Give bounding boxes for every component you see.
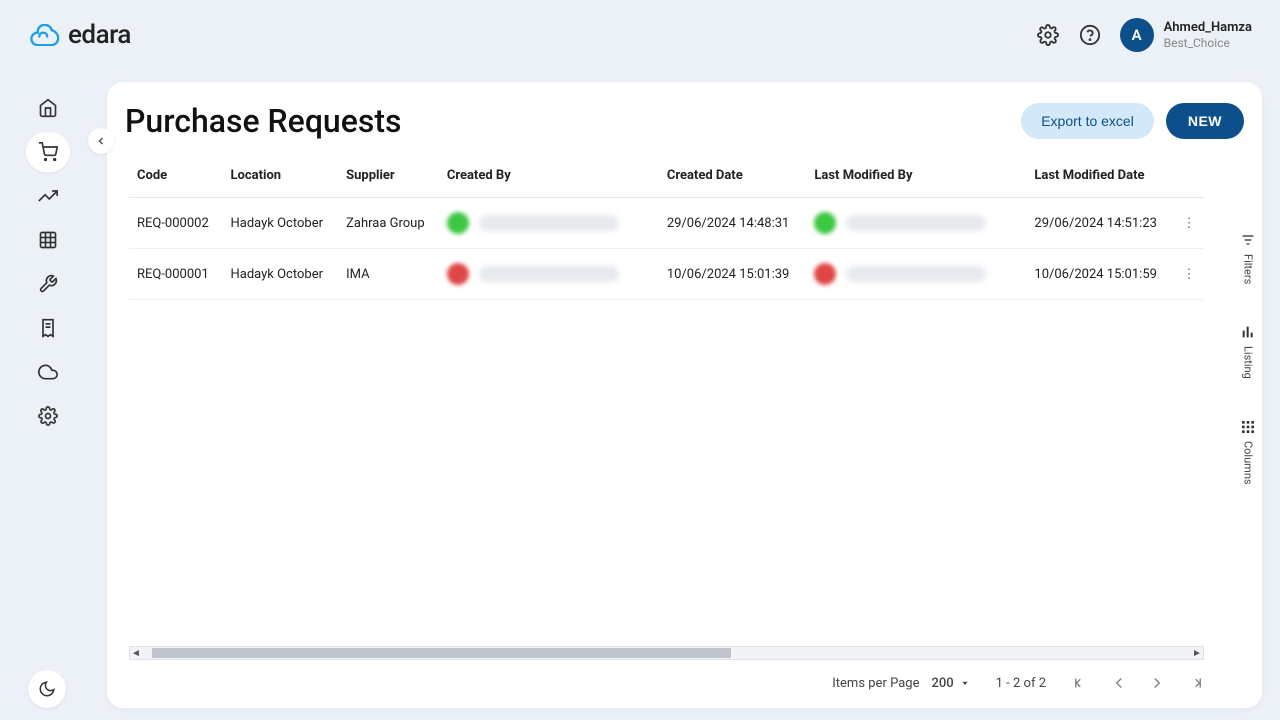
sidebar-item-inventory[interactable] <box>26 220 70 260</box>
cell-code: REQ-000002 <box>129 198 223 249</box>
cell-supplier: IMA <box>338 249 439 300</box>
col-modified-date[interactable]: Last Modified Date <box>1026 158 1174 198</box>
user-name: Ahmed_Hamza <box>1164 20 1252 36</box>
col-supplier[interactable]: Supplier <box>338 158 439 198</box>
settings-icon[interactable] <box>1036 23 1060 47</box>
requests-table: Code Location Supplier Created By Create… <box>129 158 1204 300</box>
pager-next[interactable] <box>1148 674 1166 692</box>
user-dot-icon <box>814 263 836 285</box>
avatar: A <box>1120 18 1154 52</box>
export-button[interactable]: Export to excel <box>1021 103 1154 139</box>
col-location[interactable]: Location <box>223 158 339 198</box>
sidebar <box>0 70 95 720</box>
brand-name: edara <box>68 20 131 50</box>
row-menu-button[interactable]: ⋮ <box>1174 198 1204 249</box>
items-per-page-label: Items per Page <box>832 676 919 691</box>
sidebar-item-tools[interactable] <box>26 264 70 304</box>
cloud-logo-icon <box>28 24 60 46</box>
pager-range: 1 - 2 of 2 <box>996 676 1046 691</box>
row-menu-button[interactable]: ⋮ <box>1174 249 1204 300</box>
redacted-name <box>479 215 619 231</box>
listing-panel-toggle[interactable]: Listing <box>1240 324 1256 379</box>
cell-modified-by <box>806 249 1026 300</box>
sidebar-item-cart[interactable] <box>26 132 70 172</box>
scrollbar-thumb[interactable] <box>152 648 731 658</box>
cell-modified-date: 29/06/2024 14:51:23 <box>1026 198 1174 249</box>
horizontal-scrollbar[interactable]: ◄ ► <box>129 646 1204 660</box>
theme-toggle[interactable] <box>28 670 66 708</box>
scroll-left-icon[interactable]: ◄ <box>130 647 142 659</box>
redacted-name <box>479 266 619 282</box>
filters-panel-toggle[interactable]: Filters <box>1240 232 1256 284</box>
col-modified-by[interactable]: Last Modified By <box>806 158 1026 198</box>
table-row[interactable]: REQ-000001 Hadayk October IMA 10/06/2024… <box>129 249 1204 300</box>
scroll-right-icon[interactable]: ► <box>1191 647 1203 659</box>
pager-first[interactable] <box>1072 674 1090 692</box>
sidebar-item-analytics[interactable] <box>26 176 70 216</box>
brand-logo[interactable]: edara <box>28 20 131 50</box>
items-per-page-select[interactable]: 200 <box>931 676 969 691</box>
cell-location: Hadayk October <box>223 198 339 249</box>
cell-location: Hadayk October <box>223 249 339 300</box>
col-created-by[interactable]: Created By <box>439 158 659 198</box>
user-dot-icon <box>814 212 836 234</box>
sidebar-item-settings[interactable] <box>26 396 70 436</box>
redacted-name <box>846 215 986 231</box>
col-code[interactable]: Code <box>129 158 223 198</box>
collapse-sidebar-button[interactable] <box>88 128 114 154</box>
cell-created-by <box>439 249 659 300</box>
page-title: Purchase Requests <box>125 102 401 140</box>
table-row[interactable]: REQ-000002 Hadayk October Zahraa Group 2… <box>129 198 1204 249</box>
columns-panel-toggle[interactable]: Columns <box>1240 419 1256 485</box>
pager-prev[interactable] <box>1110 674 1128 692</box>
user-dot-icon <box>447 212 469 234</box>
sidebar-item-home[interactable] <box>26 88 70 128</box>
sidebar-item-receipt[interactable] <box>26 308 70 348</box>
sidebar-item-cloud[interactable] <box>26 352 70 392</box>
user-org: Best_Choice <box>1164 36 1252 50</box>
cell-created-by <box>439 198 659 249</box>
cell-supplier: Zahraa Group <box>338 198 439 249</box>
new-button[interactable]: NEW <box>1166 103 1244 139</box>
cell-created-date: 29/06/2024 14:48:31 <box>659 198 807 249</box>
help-icon[interactable] <box>1078 23 1102 47</box>
user-dot-icon <box>447 263 469 285</box>
col-created-date[interactable]: Created Date <box>659 158 807 198</box>
pager-last[interactable] <box>1186 674 1204 692</box>
redacted-name <box>846 266 986 282</box>
cell-created-date: 10/06/2024 15:01:39 <box>659 249 807 300</box>
cell-modified-by <box>806 198 1026 249</box>
cell-modified-date: 10/06/2024 15:01:59 <box>1026 249 1174 300</box>
user-menu[interactable]: A Ahmed_Hamza Best_Choice <box>1120 18 1252 52</box>
cell-code: REQ-000001 <box>129 249 223 300</box>
